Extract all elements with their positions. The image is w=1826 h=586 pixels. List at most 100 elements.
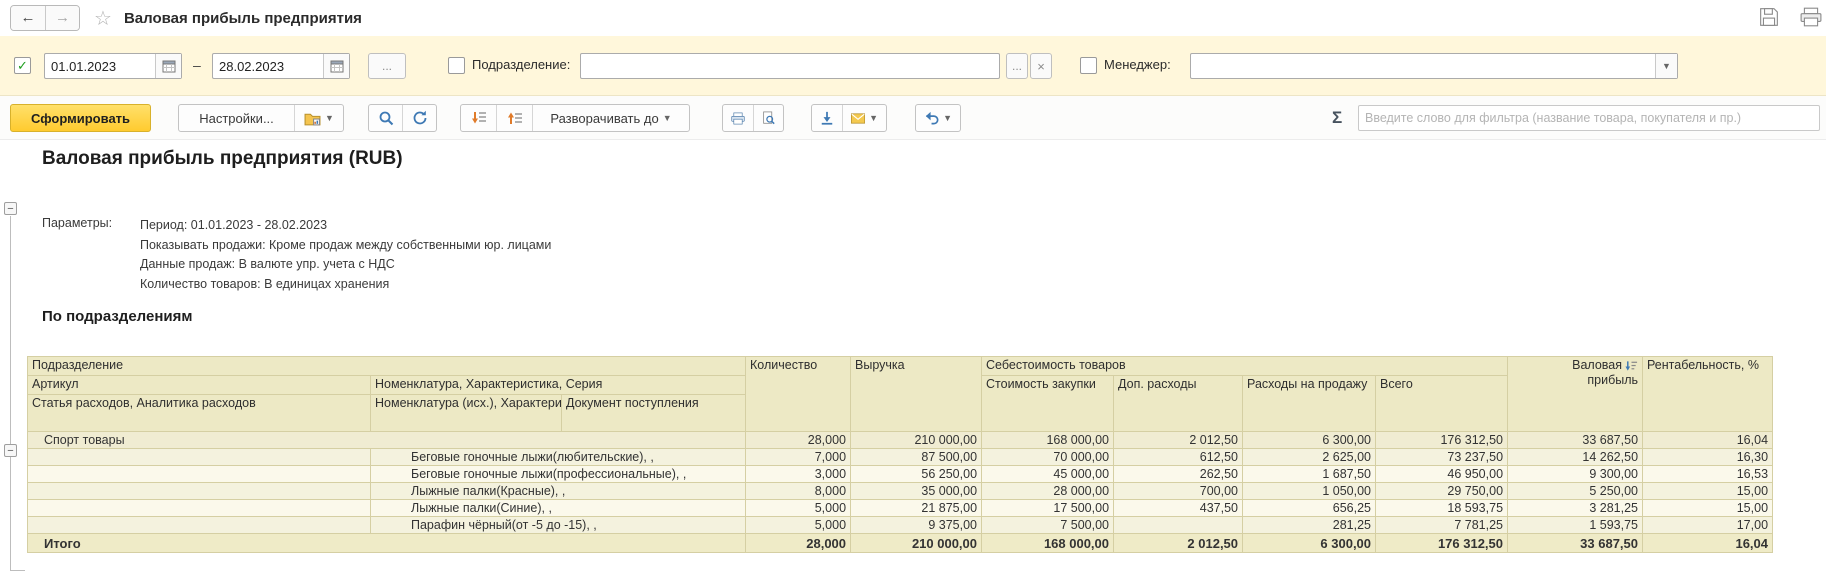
collapse-report-button[interactable]: − xyxy=(4,202,17,215)
favorite-star-icon[interactable]: ☆ xyxy=(94,6,112,31)
cell-quantity[interactable]: 5,000 xyxy=(746,500,851,517)
cell-selling_costs[interactable]: 656,25 xyxy=(1243,500,1376,517)
cell-gross_profit[interactable]: 1 593,75 xyxy=(1508,517,1643,534)
back-button[interactable]: ← xyxy=(11,6,45,30)
cell-total-label[interactable]: Итого xyxy=(28,534,746,553)
cell-profitability[interactable]: 16,53 xyxy=(1643,466,1773,483)
cell-nomenclature[interactable]: Лыжные палки(Синие), , xyxy=(371,500,746,517)
cell-profitability[interactable]: 16,04 xyxy=(1643,432,1773,449)
cell-quantity[interactable]: 8,000 xyxy=(746,483,851,500)
cell-gross_profit[interactable]: 33 687,50 xyxy=(1508,432,1643,449)
forward-button[interactable]: → xyxy=(45,6,79,30)
division-checkbox[interactable] xyxy=(448,57,465,74)
sort-descending-icon[interactable] xyxy=(1625,360,1638,372)
cell-nomenclature[interactable]: Беговые гоночные лыжи(любительские), , xyxy=(371,449,746,466)
cell-extra_costs[interactable]: 437,50 xyxy=(1114,500,1243,517)
cell-selling_costs[interactable]: 1 050,00 xyxy=(1243,483,1376,500)
cell-quantity[interactable]: 28,000 xyxy=(746,534,851,553)
collapse-group-button[interactable]: − xyxy=(4,444,17,457)
manager-input[interactable] xyxy=(1191,54,1655,78)
cell-profitability[interactable]: 17,00 xyxy=(1643,517,1773,534)
cell-total[interactable]: 7 781,25 xyxy=(1376,517,1508,534)
cell-gross_profit[interactable]: 14 262,50 xyxy=(1508,449,1643,466)
report-variants-button[interactable]: ▼ xyxy=(294,105,343,131)
word-filter-input[interactable] xyxy=(1358,105,1820,131)
cell-quantity[interactable]: 5,000 xyxy=(746,517,851,534)
cell-profitability[interactable]: 15,00 xyxy=(1643,500,1773,517)
print-preview-button[interactable] xyxy=(753,105,783,131)
cell-revenue[interactable]: 9 375,00 xyxy=(851,517,982,534)
cell-revenue[interactable]: 21 875,00 xyxy=(851,500,982,517)
sum-sigma-icon[interactable]: Σ xyxy=(1332,108,1342,128)
cell-gross_profit[interactable]: 3 281,25 xyxy=(1508,500,1643,517)
cell-extra_costs[interactable]: 2 012,50 xyxy=(1114,534,1243,553)
search-button[interactable] xyxy=(369,105,402,131)
print-button[interactable] xyxy=(723,105,753,131)
print-icon[interactable] xyxy=(1798,5,1824,29)
cell-total[interactable]: 29 750,00 xyxy=(1376,483,1508,500)
collapse-rows-button[interactable] xyxy=(461,105,496,131)
cell-purchase_cost[interactable]: 168 000,00 xyxy=(982,432,1114,449)
refresh-button[interactable] xyxy=(402,105,436,131)
cell-gross_profit[interactable]: 5 250,00 xyxy=(1508,483,1643,500)
cell-revenue[interactable]: 210 000,00 xyxy=(851,432,982,449)
cell-total[interactable]: 73 237,50 xyxy=(1376,449,1508,466)
cell-profitability[interactable]: 15,00 xyxy=(1643,483,1773,500)
cell-total[interactable]: 46 950,00 xyxy=(1376,466,1508,483)
cell-selling_costs[interactable]: 6 300,00 xyxy=(1243,534,1376,553)
cell-division[interactable]: Спорт товары xyxy=(28,432,746,449)
save-icon[interactable] xyxy=(1756,5,1782,29)
cell-profitability[interactable]: 16,30 xyxy=(1643,449,1773,466)
calendar-icon[interactable] xyxy=(323,54,349,78)
cell-purchase_cost[interactable]: 28 000,00 xyxy=(982,483,1114,500)
cell-extra_costs[interactable]: 612,50 xyxy=(1114,449,1243,466)
cell-total[interactable]: 176 312,50 xyxy=(1376,534,1508,553)
cell-quantity[interactable]: 7,000 xyxy=(746,449,851,466)
cell-gross_profit[interactable]: 33 687,50 xyxy=(1508,534,1643,553)
cell-selling_costs[interactable]: 1 687,50 xyxy=(1243,466,1376,483)
cell-extra_costs[interactable]: 700,00 xyxy=(1114,483,1243,500)
cell-nomenclature[interactable]: Беговые гоночные лыжи(профессиональные),… xyxy=(371,466,746,483)
division-input[interactable] xyxy=(580,53,1000,79)
cell-selling_costs[interactable]: 281,25 xyxy=(1243,517,1376,534)
related-reports-button[interactable]: ▼ xyxy=(916,105,960,131)
manager-checkbox[interactable] xyxy=(1080,57,1097,74)
cell-purchase_cost[interactable]: 7 500,00 xyxy=(982,517,1114,534)
chevron-down-icon[interactable]: ▼ xyxy=(1655,54,1677,78)
period-more-button[interactable]: ... xyxy=(368,53,406,79)
cell-total[interactable]: 176 312,50 xyxy=(1376,432,1508,449)
cell-quantity[interactable]: 3,000 xyxy=(746,466,851,483)
cell-purchase_cost[interactable]: 168 000,00 xyxy=(982,534,1114,553)
division-more-button[interactable]: ... xyxy=(1006,53,1028,79)
cell-revenue[interactable]: 87 500,00 xyxy=(851,449,982,466)
cell-article[interactable] xyxy=(28,517,371,534)
cell-revenue[interactable]: 56 250,00 xyxy=(851,466,982,483)
cell-purchase_cost[interactable]: 70 000,00 xyxy=(982,449,1114,466)
period-checkbox[interactable]: ✓ xyxy=(14,57,31,74)
cell-article[interactable] xyxy=(28,483,371,500)
generate-button[interactable]: Сформировать xyxy=(10,104,151,132)
cell-nomenclature[interactable]: Парафин чёрный(от -5 до -15), , xyxy=(371,517,746,534)
date-from-input[interactable] xyxy=(45,54,155,78)
cell-article[interactable] xyxy=(28,449,371,466)
calendar-icon[interactable] xyxy=(155,54,181,78)
cell-purchase_cost[interactable]: 45 000,00 xyxy=(982,466,1114,483)
date-to-input[interactable] xyxy=(213,54,323,78)
save-file-button[interactable] xyxy=(812,105,842,131)
expand-rows-button[interactable] xyxy=(496,105,532,131)
cell-total[interactable]: 18 593,75 xyxy=(1376,500,1508,517)
cell-gross_profit[interactable]: 9 300,00 xyxy=(1508,466,1643,483)
cell-article[interactable] xyxy=(28,500,371,517)
cell-selling_costs[interactable]: 2 625,00 xyxy=(1243,449,1376,466)
cell-nomenclature[interactable]: Лыжные палки(Красные), , xyxy=(371,483,746,500)
cell-purchase_cost[interactable]: 17 500,00 xyxy=(982,500,1114,517)
cell-extra_costs[interactable] xyxy=(1114,517,1243,534)
cell-profitability[interactable]: 16,04 xyxy=(1643,534,1773,553)
cell-revenue[interactable]: 210 000,00 xyxy=(851,534,982,553)
cell-extra_costs[interactable]: 2 012,50 xyxy=(1114,432,1243,449)
cell-revenue[interactable]: 35 000,00 xyxy=(851,483,982,500)
settings-button[interactable]: Настройки... xyxy=(179,105,294,131)
cell-quantity[interactable]: 28,000 xyxy=(746,432,851,449)
cell-article[interactable] xyxy=(28,466,371,483)
cell-extra_costs[interactable]: 262,50 xyxy=(1114,466,1243,483)
